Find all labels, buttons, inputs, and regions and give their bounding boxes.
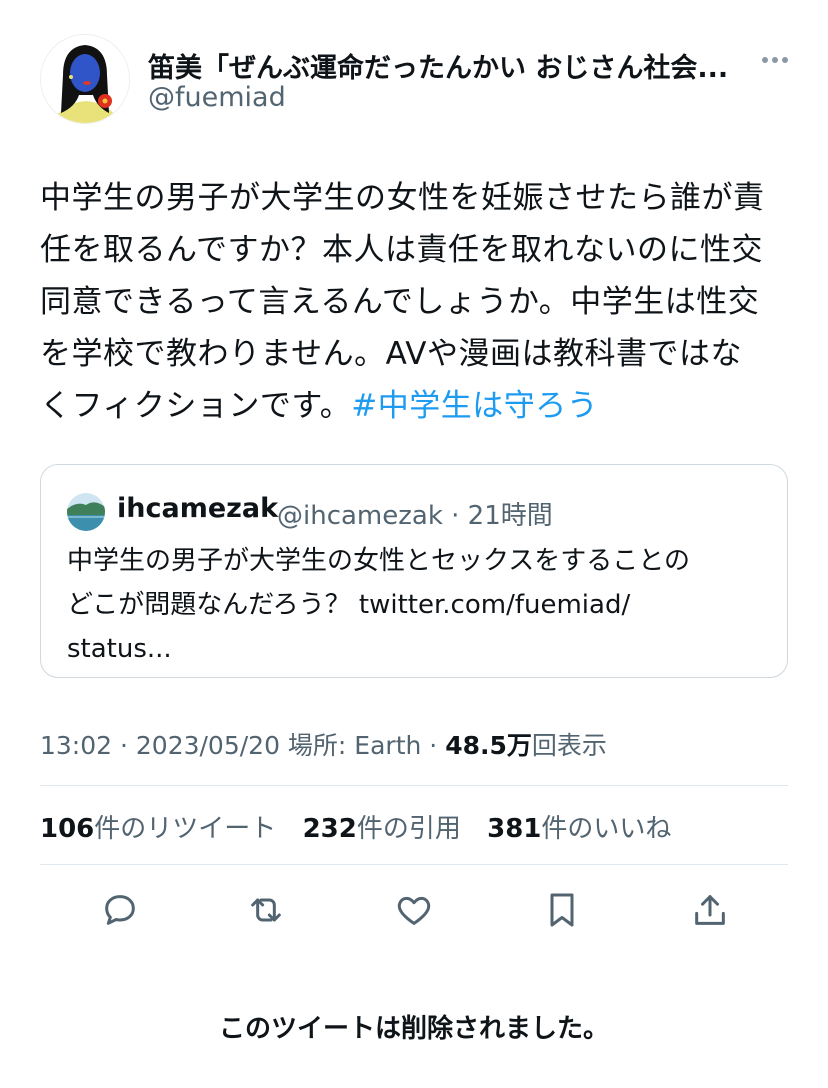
quoted-tweet[interactable]: ihcamezak @ihcamezak · 21時間 中学生の男子が大学生の女… bbox=[40, 464, 788, 678]
quoted-author-avatar[interactable] bbox=[67, 493, 105, 531]
tweet-line-text: くフィクションです。 bbox=[40, 388, 352, 424]
tweet-body: 中学生の男子が大学生の女性を妊娠させたら誰が責 任を取るんですか？本人は責任を取… bbox=[40, 172, 790, 432]
views-count: 48.5万 bbox=[445, 731, 532, 760]
likes-stat[interactable]: 381件のいいね bbox=[487, 814, 671, 844]
retweets-label: 件のリツイート bbox=[94, 814, 277, 844]
like-button[interactable] bbox=[384, 880, 444, 940]
tweet-line-last: くフィクションです。#中学生は守ろう bbox=[40, 380, 790, 432]
quotes-label: 件の引用 bbox=[356, 814, 461, 844]
action-bar bbox=[40, 880, 788, 940]
quotes-stat[interactable]: 232件の引用 bbox=[303, 814, 461, 844]
quotes-count: 232 bbox=[302, 814, 357, 844]
tweet-metadata: 13:02 · 2023/05/20 場所: Earth · 48.5万回表示 bbox=[40, 726, 607, 762]
tweet-line: 任を取るんですか？本人は責任を取れないのに性交 bbox=[40, 232, 763, 268]
author-avatar[interactable] bbox=[40, 34, 130, 124]
retweets-stat[interactable]: 106件のリツイート bbox=[40, 814, 276, 844]
reply-icon bbox=[105, 895, 135, 925]
engagement-stats: 106件のリツイート 232件の引用 381件のいいね bbox=[40, 808, 689, 845]
reply-button[interactable] bbox=[90, 880, 150, 940]
retweet-icon bbox=[251, 898, 281, 922]
author-handle[interactable]: @fuemiad bbox=[148, 82, 286, 113]
tweet-line: を学校で教わりません。AVや漫画は教科書ではな bbox=[40, 336, 742, 372]
quoted-line: 中学生の男子が大学生の女性とセックスをすることの bbox=[67, 546, 690, 576]
quoted-author-meta: @ihcamezak · 21時間 bbox=[277, 501, 553, 531]
deleted-tweet-notice: このツイートは削除されました。 bbox=[218, 1014, 609, 1044]
quoted-tweet-text: 中学生の男子が大学生の女性とセックスをすることの どこが問題なんだろう？ twi… bbox=[67, 539, 767, 671]
tweet-line: 中学生の男子が大学生の女性を妊娠させたら誰が責 bbox=[40, 180, 765, 216]
likes-label: 件のいいね bbox=[541, 814, 672, 844]
share-icon bbox=[695, 895, 725, 925]
more-options-icon[interactable] bbox=[760, 48, 800, 72]
tweet-header: 笛美「ぜんぶ運命だったんかい おじさん社会... @fuemiad bbox=[40, 34, 800, 126]
retweets-count: 106 bbox=[40, 814, 95, 844]
divider bbox=[40, 785, 788, 786]
retweet-button[interactable] bbox=[236, 880, 296, 940]
hashtag-link[interactable]: #中学生は守ろう bbox=[351, 388, 598, 424]
divider bbox=[40, 864, 788, 865]
bookmark-button[interactable] bbox=[532, 880, 592, 940]
share-button[interactable] bbox=[680, 880, 740, 940]
views-label: 回表示 bbox=[531, 731, 607, 760]
quoted-line: status... bbox=[67, 634, 172, 664]
like-icon bbox=[397, 896, 431, 925]
author-name[interactable]: 笛美「ぜんぶ運命だったんかい おじさん社会... bbox=[148, 46, 748, 85]
quoted-author-name[interactable]: ihcamezak bbox=[117, 493, 278, 524]
bookmark-icon bbox=[550, 893, 574, 927]
quoted-line: どこが問題なんだろう？ twitter.com/fuemiad/ bbox=[67, 590, 631, 620]
likes-count: 381 bbox=[487, 814, 542, 844]
timestamp-location[interactable]: 13:02 · 2023/05/20 場所: Earth · bbox=[40, 731, 445, 760]
tweet-line: 同意できるって言えるんでしょうか。中学生は性交 bbox=[40, 284, 760, 320]
